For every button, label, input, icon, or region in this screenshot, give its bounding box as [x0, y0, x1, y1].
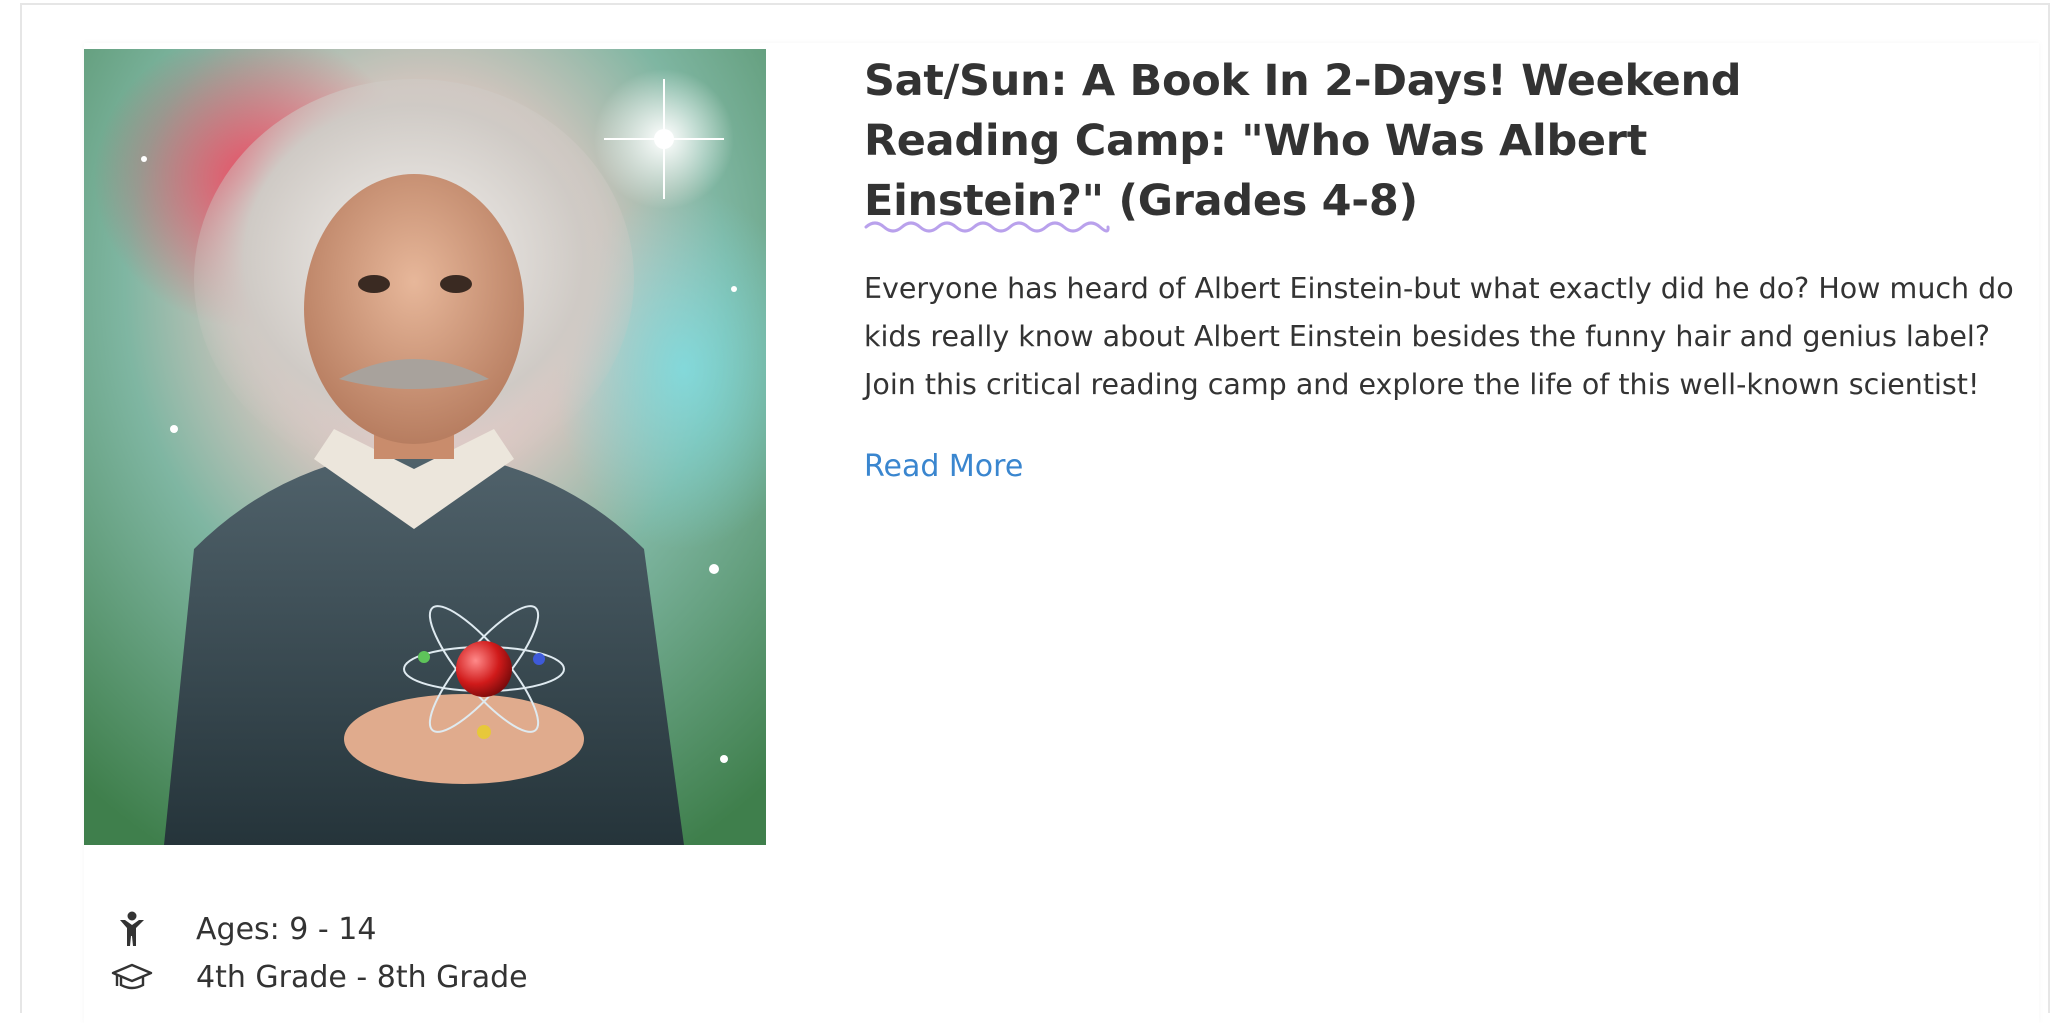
read-more-link[interactable]: Read More	[864, 449, 1023, 484]
grades-row: 4th Grade - 8th Grade	[108, 953, 528, 1001]
ages-text: Ages: 9 - 14	[196, 911, 377, 947]
ages-row: Ages: 9 - 14	[108, 905, 528, 953]
camp-meta-list: Ages: 9 - 14 4th Grade - 8th Grade	[108, 905, 528, 1001]
page-frame: Sat/Sun: A Book In 2-Days! Weekend Readi…	[20, 3, 2050, 1023]
child-icon	[108, 911, 156, 947]
camp-title: Sat/Sun: A Book In 2-Days! Weekend Readi…	[864, 56, 1742, 226]
camp-listing-card: Sat/Sun: A Book In 2-Days! Weekend Readi…	[84, 43, 2039, 1023]
camp-portrait-image[interactable]	[84, 49, 766, 845]
camp-description: Everyone has heard of Albert Einstein-bu…	[864, 272, 2014, 401]
title-squiggle-divider	[864, 221, 1110, 233]
graduation-cap-icon	[108, 959, 156, 995]
grades-text: 4th Grade - 8th Grade	[196, 959, 528, 995]
